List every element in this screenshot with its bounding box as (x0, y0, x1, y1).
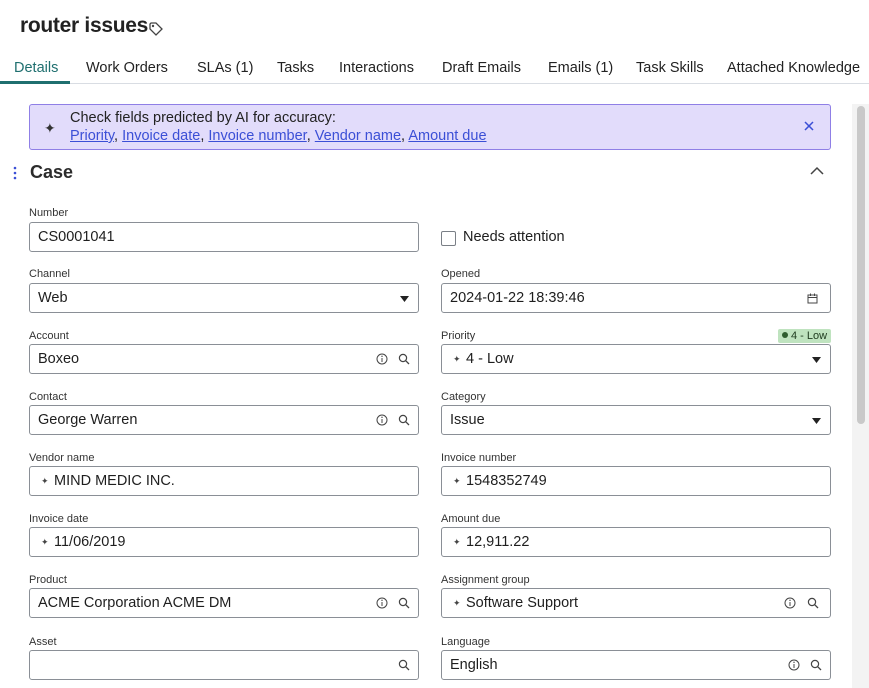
language-field[interactable]: English (441, 650, 831, 680)
account-value: Boxeo (38, 351, 80, 367)
calendar-icon[interactable] (807, 293, 818, 304)
priority-value: 4 - Low (466, 351, 514, 367)
ai-predicted-icon: ✦ (41, 476, 49, 486)
opened-field[interactable]: 2024-01-22 18:39:46 (441, 283, 831, 313)
chevron-down-icon (812, 357, 821, 363)
number-label: Number (29, 207, 69, 219)
tab-work-orders[interactable]: Work Orders (86, 60, 168, 76)
chevron-up-icon[interactable] (808, 164, 826, 178)
chevron-down-icon (400, 296, 409, 302)
opened-value: 2024-01-22 18:39:46 (450, 290, 585, 306)
amount-due-label: Amount due (441, 513, 501, 525)
link-separator: , (306, 128, 315, 144)
category-select[interactable]: Issue (441, 405, 831, 435)
amount-due-value: 12,911.22 (466, 534, 530, 550)
link-invoice-number[interactable]: Invoice number (208, 128, 306, 144)
tab-task-skills[interactable]: Task Skills (636, 60, 704, 76)
chevron-down-icon (812, 418, 821, 424)
banner-field-links: Priority, Invoice date, Invoice number, … (70, 128, 487, 144)
category-label: Category (441, 391, 486, 403)
contact-field[interactable]: George Warren (29, 405, 419, 435)
sparkle-icon: ✦ (44, 120, 56, 136)
search-icon[interactable] (807, 597, 819, 609)
tab-interactions[interactable]: Interactions (339, 60, 414, 76)
ai-prediction-banner: ✦ Check fields predicted by AI for accur… (29, 104, 831, 150)
tab-details[interactable]: Details (14, 60, 58, 76)
contact-label: Contact (29, 391, 67, 403)
asset-field[interactable] (29, 650, 419, 680)
info-icon[interactable] (784, 597, 796, 609)
ai-predicted-icon: ✦ (453, 476, 461, 486)
search-icon[interactable] (398, 353, 410, 365)
assignment-group-field[interactable]: ✦ Software Support (441, 588, 831, 618)
invoice-number-field[interactable]: ✦ 1548352749 (441, 466, 831, 496)
priority-select[interactable]: ✦ 4 - Low (441, 344, 831, 374)
link-amount-due[interactable]: Amount due (408, 128, 486, 144)
opened-label: Opened (441, 268, 481, 280)
link-vendor-name[interactable]: Vendor name (315, 128, 401, 144)
link-priority[interactable]: Priority (70, 128, 114, 144)
search-icon[interactable] (398, 659, 410, 671)
number-value: CS0001041 (38, 229, 115, 245)
invoice-number-value: 1548352749 (466, 473, 547, 489)
tab-emails[interactable]: Emails (1) (548, 60, 613, 76)
ai-predicted-icon: ✦ (41, 537, 49, 547)
ai-predicted-icon: ✦ (453, 537, 461, 547)
amount-due-field[interactable]: ✦ 12,911.22 (441, 527, 831, 557)
invoice-date-value: 11/06/2019 (54, 534, 126, 550)
priority-label: Priority (441, 330, 476, 342)
priority-badge-text: 4 - Low (791, 330, 828, 342)
channel-label: Channel (29, 268, 70, 280)
vendor-name-field[interactable]: ✦ MIND MEDIC INC. (29, 466, 419, 496)
tab-slas[interactable]: SLAs (1) (197, 60, 253, 76)
needs-attention-label: Needs attention (463, 229, 565, 245)
asset-label: Asset (29, 636, 57, 648)
page-title: router issues (20, 14, 148, 37)
search-icon[interactable] (398, 597, 410, 609)
invoice-date-label: Invoice date (29, 513, 89, 525)
drag-handle-icon[interactable] (12, 165, 18, 181)
tab-draft-emails[interactable]: Draft Emails (442, 60, 521, 76)
tag-icon[interactable] (148, 21, 164, 37)
search-icon[interactable] (398, 414, 410, 426)
product-value: ACME Corporation ACME DM (38, 595, 232, 611)
scrollbar-thumb[interactable] (857, 106, 865, 424)
category-value: Issue (450, 412, 485, 428)
number-field[interactable]: CS0001041 (29, 222, 419, 252)
contact-value: George Warren (38, 412, 138, 428)
active-tab-indicator (0, 81, 70, 84)
tab-attached-knowledge[interactable]: Attached Knowledge (727, 60, 860, 76)
link-separator: , (114, 128, 123, 144)
vendor-name-label: Vendor name (29, 452, 95, 464)
channel-select[interactable]: Web (29, 283, 419, 313)
channel-value: Web (38, 290, 68, 306)
banner-message: Check fields predicted by AI for accurac… (70, 110, 336, 126)
assignment-group-value: Software Support (466, 595, 579, 611)
account-field[interactable]: Boxeo (29, 344, 419, 374)
assignment-group-label: Assignment group (441, 574, 530, 586)
info-icon[interactable] (376, 414, 388, 426)
invoice-number-label: Invoice number (441, 452, 517, 464)
needs-attention-checkbox[interactable] (441, 231, 456, 246)
info-icon[interactable] (788, 659, 800, 671)
language-label: Language (441, 636, 490, 648)
link-invoice-date[interactable]: Invoice date (122, 128, 200, 144)
tab-bar: Details Work Orders SLAs (1) Tasks Inter… (0, 52, 869, 84)
priority-badge: 4 - Low (778, 329, 832, 343)
language-value: English (450, 657, 498, 673)
info-icon[interactable] (376, 597, 388, 609)
status-dot-icon (782, 332, 788, 338)
tab-tasks[interactable]: Tasks (277, 60, 314, 76)
section-title: Case (30, 162, 74, 182)
vendor-name-value: MIND MEDIC INC. (54, 473, 175, 489)
info-icon[interactable] (376, 353, 388, 365)
product-label: Product (29, 574, 67, 586)
invoice-date-field[interactable]: ✦ 11/06/2019 (29, 527, 419, 557)
ai-predicted-icon: ✦ (453, 354, 461, 364)
account-label: Account (29, 330, 69, 342)
ai-predicted-icon: ✦ (453, 598, 461, 608)
search-icon[interactable] (810, 659, 822, 671)
product-field[interactable]: ACME Corporation ACME DM (29, 588, 419, 618)
close-icon[interactable] (801, 118, 817, 134)
